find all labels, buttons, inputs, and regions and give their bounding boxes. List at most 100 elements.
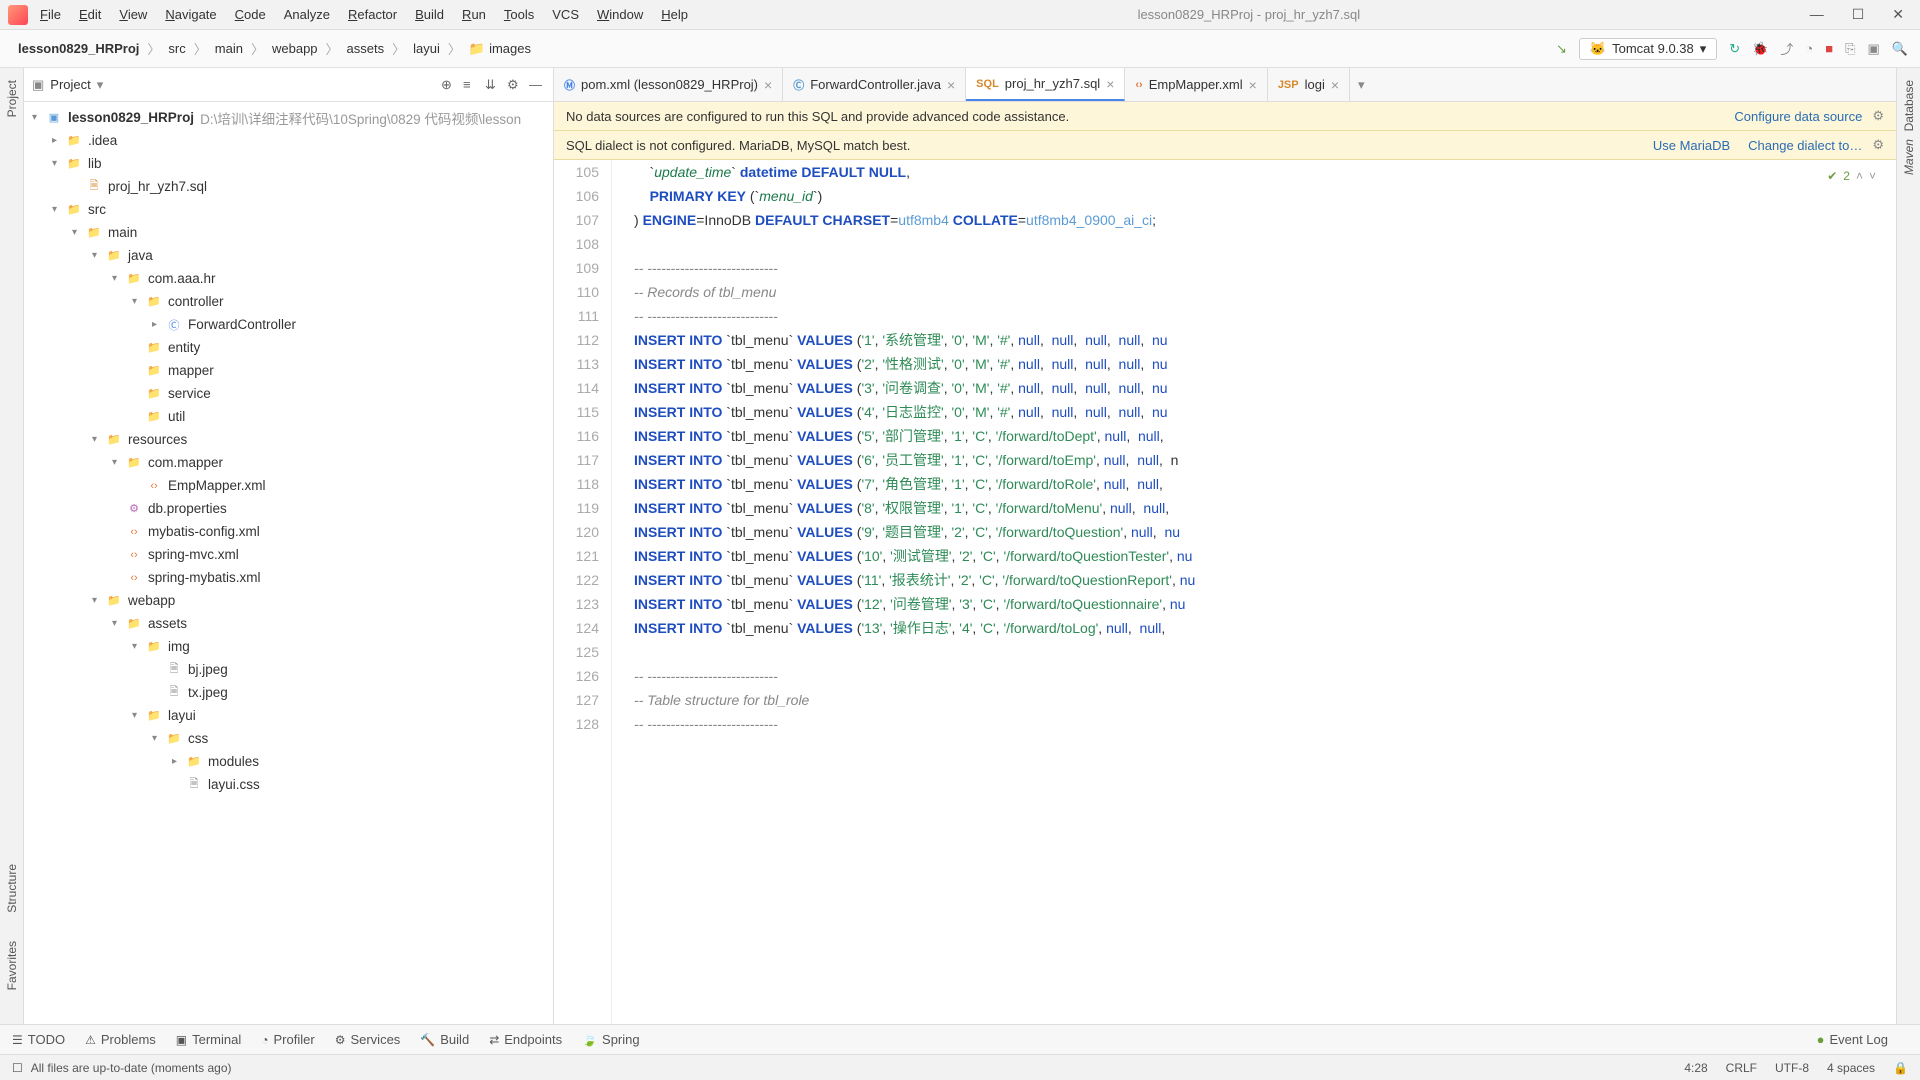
tree-item[interactable]: ▾📁assets — [24, 612, 553, 635]
build-icon[interactable]: ↘ — [1556, 41, 1567, 57]
tree-item[interactable]: ▾📁resources — [24, 428, 553, 451]
code-line[interactable]: INSERT INTO `tbl_menu` VALUES ('12', '问卷… — [634, 592, 1896, 616]
line-ending[interactable]: CRLF — [1726, 1061, 1757, 1075]
menu-run[interactable]: Run — [462, 7, 486, 22]
breadcrumb-item[interactable]: 📁images — [463, 39, 537, 59]
search-button[interactable]: 🔍 — [1892, 41, 1908, 57]
breadcrumb-item[interactable]: src — [162, 39, 191, 58]
stop-button[interactable]: ■ — [1825, 41, 1833, 56]
editor-tab[interactable]: SQLproj_hr_yzh7.sql× — [966, 68, 1125, 101]
tree-item[interactable]: ‹›EmpMapper.xml — [24, 474, 553, 497]
run-button[interactable]: ↻ — [1729, 41, 1740, 57]
menu-build[interactable]: Build — [415, 7, 444, 22]
change-dialect-link[interactable]: Change dialect to… — [1748, 138, 1862, 153]
tree-item[interactable]: ▾📁java — [24, 244, 553, 267]
expand-icon[interactable]: ≡ — [463, 77, 479, 93]
tree-arrow-icon[interactable]: ▾ — [112, 273, 126, 284]
encoding[interactable]: UTF-8 — [1775, 1061, 1809, 1075]
editor-tab[interactable]: ⒸForwardController.java× — [783, 68, 966, 101]
tree-item[interactable]: ‹›spring-mvc.xml — [24, 543, 553, 566]
tree-item[interactable]: ‹›spring-mybatis.xml — [24, 566, 553, 589]
close-tab-icon[interactable]: × — [764, 77, 772, 93]
tree-item[interactable]: ‹›mybatis-config.xml — [24, 520, 553, 543]
code-line[interactable]: -- ---------------------------- — [634, 304, 1896, 328]
project-tree[interactable]: ▾▣lesson0829_HRProjD:\培训\详细注释代码\10Spring… — [24, 102, 553, 1024]
tree-arrow-icon[interactable]: ▾ — [92, 595, 106, 606]
code-line[interactable]: INSERT INTO `tbl_menu` VALUES ('1', '系统管… — [634, 328, 1896, 352]
gear-icon[interactable]: ⚙ — [1872, 137, 1884, 153]
code-line[interactable]: -- ---------------------------- — [634, 712, 1896, 736]
locate-icon[interactable]: ⊕ — [441, 77, 457, 93]
tree-item[interactable]: ▾▣lesson0829_HRProjD:\培训\详细注释代码\10Spring… — [24, 106, 553, 129]
lock-icon[interactable]: 🔒 — [1893, 1061, 1908, 1075]
profile-button[interactable]: ◔ — [1805, 41, 1813, 56]
debug-button[interactable]: 🐞 — [1752, 41, 1768, 57]
code-line[interactable]: INSERT INTO `tbl_menu` VALUES ('2', '性格测… — [634, 352, 1896, 376]
code-line[interactable]: INSERT INTO `tbl_menu` VALUES ('3', '问卷调… — [634, 376, 1896, 400]
code-line[interactable]: INSERT INTO `tbl_menu` VALUES ('13', '操作… — [634, 616, 1896, 640]
run-config-combo[interactable]: 🐱 Tomcat 9.0.38 ▾ — [1579, 38, 1717, 60]
editor-tab[interactable]: Ⓜpom.xml (lesson0829_HRProj)× — [554, 68, 783, 101]
tree-item[interactable]: ▾📁css — [24, 727, 553, 750]
editor-tab[interactable]: ‹›EmpMapper.xml× — [1125, 68, 1267, 101]
code-lines[interactable]: `update_time` datetime DEFAULT NULL, PRI… — [612, 160, 1896, 1024]
close-tab-icon[interactable]: × — [947, 77, 955, 93]
menu-file[interactable]: File — [40, 7, 61, 22]
tree-arrow-icon[interactable]: ▾ — [92, 434, 106, 445]
tree-item[interactable]: ▸ⒸForwardController — [24, 313, 553, 336]
tree-arrow-icon[interactable]: ▸ — [152, 319, 166, 330]
tree-item[interactable]: ▾📁src — [24, 198, 553, 221]
tree-arrow-icon[interactable]: ▾ — [52, 158, 66, 169]
code-line[interactable]: -- ---------------------------- — [634, 256, 1896, 280]
close-tab-icon[interactable]: × — [1331, 77, 1339, 93]
tree-item[interactable]: 📁service — [24, 382, 553, 405]
tree-item[interactable]: ▸📁modules — [24, 750, 553, 773]
close-button[interactable]: ✕ — [1892, 6, 1904, 23]
indent[interactable]: 4 spaces — [1827, 1061, 1875, 1075]
gear-icon[interactable]: ⚙ — [507, 77, 523, 93]
code-line[interactable]: INSERT INTO `tbl_menu` VALUES ('11', '报表… — [634, 568, 1896, 592]
code-line[interactable]: INSERT INTO `tbl_menu` VALUES ('9', '题目管… — [634, 520, 1896, 544]
breadcrumb-item[interactable]: assets — [341, 39, 391, 58]
editor-tab[interactable]: JSPlogi× — [1268, 68, 1350, 101]
code-line[interactable] — [634, 640, 1896, 664]
breadcrumb-item[interactable]: lesson0829_HRProj — [12, 39, 145, 58]
tree-item[interactable]: ▸📁.idea — [24, 129, 553, 152]
menu-vcs[interactable]: VCS — [552, 7, 579, 22]
tree-item[interactable]: 📁util — [24, 405, 553, 428]
minimize-button[interactable]: — — [1810, 6, 1824, 23]
chevron-down-icon[interactable]: ▾ — [97, 77, 104, 93]
close-tab-icon[interactable]: × — [1106, 76, 1114, 92]
tree-arrow-icon[interactable]: ▸ — [52, 135, 66, 146]
menu-view[interactable]: View — [119, 7, 147, 22]
code-editor[interactable]: ✔2 ˄˅ 1051061071081091101111121131141151… — [554, 160, 1896, 1024]
bottom-tab-services[interactable]: ⚙Services — [335, 1032, 401, 1047]
bottom-tab-problems[interactable]: ⚠Problems — [85, 1032, 156, 1047]
tree-arrow-icon[interactable]: ▾ — [92, 250, 106, 261]
menu-refactor[interactable]: Refactor — [348, 7, 397, 22]
tree-item[interactable]: 🗎proj_hr_yzh7.sql — [24, 175, 553, 198]
tree-item[interactable]: ▾📁layui — [24, 704, 553, 727]
collapse-icon[interactable]: ⇊ — [485, 77, 501, 93]
code-line[interactable]: INSERT INTO `tbl_menu` VALUES ('5', '部门管… — [634, 424, 1896, 448]
code-line[interactable]: INSERT INTO `tbl_menu` VALUES ('7', '角色管… — [634, 472, 1896, 496]
use-mariadb-link[interactable]: Use MariaDB — [1653, 138, 1730, 153]
menu-window[interactable]: Window — [597, 7, 643, 22]
tree-item[interactable]: 📁entity — [24, 336, 553, 359]
tool1-icon[interactable]: ⎘ — [1845, 41, 1855, 57]
tree-item[interactable]: 🗎bj.jpeg — [24, 658, 553, 681]
tree-item[interactable]: ▾📁main — [24, 221, 553, 244]
gear-icon[interactable]: ⚙ — [1872, 108, 1884, 124]
tree-arrow-icon[interactable]: ▾ — [52, 204, 66, 215]
rail-database[interactable]: Database — [1902, 76, 1916, 135]
rail-maven[interactable]: Maven — [1902, 135, 1916, 179]
tree-item[interactable]: ⚙db.properties — [24, 497, 553, 520]
tree-item[interactable]: 🗎tx.jpeg — [24, 681, 553, 704]
tree-arrow-icon[interactable]: ▾ — [132, 641, 146, 652]
code-line[interactable] — [634, 232, 1896, 256]
tree-item[interactable]: ▾📁img — [24, 635, 553, 658]
event-log-tab[interactable]: ●Event Log — [1817, 1032, 1888, 1047]
tree-arrow-icon[interactable]: ▾ — [152, 733, 166, 744]
configure-datasource-link[interactable]: Configure data source — [1734, 109, 1862, 124]
rail-favorites[interactable]: Favorites — [5, 937, 19, 994]
